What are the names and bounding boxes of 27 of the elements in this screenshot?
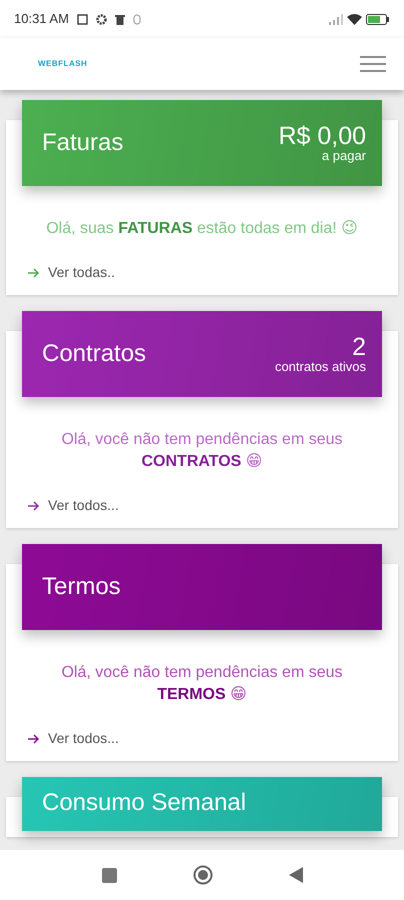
recents-icon[interactable] — [102, 868, 116, 882]
view-all-link[interactable]: Ver todos... — [6, 706, 398, 761]
view-all-link[interactable]: Ver todos... — [6, 473, 398, 528]
card-value: 2 — [351, 335, 366, 360]
arrow-icon — [28, 734, 40, 744]
card-message: Olá, você não tem pendências em seus TERMOS 😁 — [61, 664, 343, 703]
arrow-icon — [28, 500, 40, 510]
view-all-link[interactable]: Ver todas.. — [6, 240, 398, 295]
card-title: Faturas — [42, 128, 124, 158]
value-caption: a pagar — [320, 149, 366, 162]
battery-icon — [366, 14, 390, 24]
card-message: Olá, você não tem pendências em seus CONTRATOS 😁 — [61, 431, 343, 470]
trash-icon — [114, 14, 125, 24]
card-title: Contratos — [42, 339, 146, 369]
value-caption: contratos ativos — [274, 360, 366, 373]
home-icon[interactable] — [192, 865, 212, 885]
menu-icon[interactable] — [360, 55, 386, 73]
card-title: Termos — [42, 572, 121, 602]
arrow-icon — [28, 268, 40, 278]
card-title: Consumo Semanal — [42, 788, 246, 818]
status-time: 10:31 AM — [14, 10, 69, 28]
wifi-icon — [347, 13, 362, 25]
card-message: Olá, suas FATURAS estão todas em dia! 😉 — [46, 220, 358, 237]
back-icon[interactable] — [288, 867, 302, 883]
signal-icon — [329, 14, 343, 24]
image-icon — [76, 14, 88, 24]
card-value: R$ 0,00 — [278, 124, 366, 149]
